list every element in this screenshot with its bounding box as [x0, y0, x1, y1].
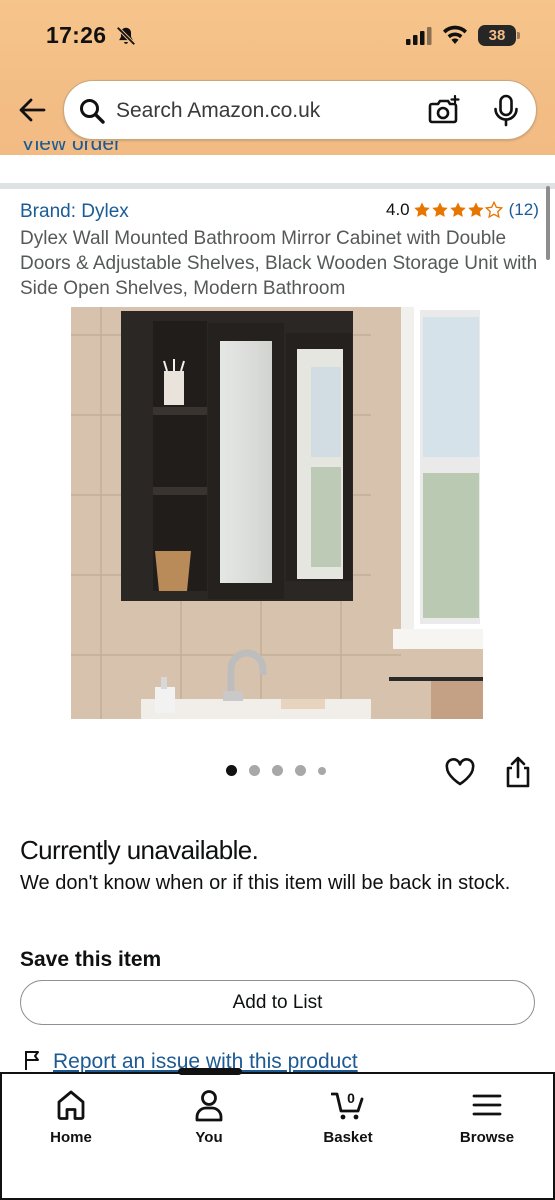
battery-indicator: 38	[478, 25, 520, 46]
star-filled-icon	[449, 202, 466, 217]
pager-dot[interactable]	[295, 765, 306, 776]
product-title: Dylex Wall Mounted Bathroom Mirror Cabin…	[20, 228, 538, 299]
basket-icon: 0	[331, 1090, 364, 1120]
cellular-signal-icon	[406, 27, 432, 45]
pager-dot[interactable]	[318, 766, 326, 775]
nav-label: Basket	[323, 1129, 373, 1146]
availability-heading: Currently unavailable.	[20, 835, 259, 865]
rating-count[interactable]: (12)	[509, 200, 539, 220]
section-divider	[0, 183, 555, 189]
wifi-icon	[443, 25, 467, 44]
heart-icon[interactable]	[444, 757, 476, 787]
search-icon	[80, 99, 105, 124]
share-icon[interactable]	[504, 755, 532, 789]
pager-dot[interactable]	[272, 765, 283, 776]
search-input[interactable]	[116, 95, 416, 127]
home-icon	[57, 1090, 85, 1120]
nav-label: Browse	[459, 1129, 515, 1146]
rating-summary[interactable]: 4.0 (12)	[386, 200, 539, 220]
nav-label: You	[195, 1129, 223, 1146]
menu-icon	[472, 1094, 502, 1116]
star-filled-icon	[467, 202, 484, 217]
rating-value: 4.0	[386, 200, 410, 219]
availability-message: We don't know when or if this item will …	[20, 872, 511, 894]
home-indicator	[178, 1068, 242, 1075]
star-filled-icon	[413, 202, 430, 217]
nav-browse[interactable]: Browse	[432, 1088, 542, 1146]
camera-search-icon[interactable]	[428, 95, 460, 127]
view-order-link[interactable]: View order	[21, 141, 121, 158]
rating-stars	[413, 201, 503, 219]
basket-count: 0	[347, 1090, 355, 1106]
status-time: 17:26	[46, 22, 107, 48]
scrollbar[interactable]	[546, 186, 550, 260]
back-arrow-icon[interactable]	[17, 95, 47, 125]
image-pager-dots[interactable]	[226, 765, 338, 776]
nav-home[interactable]: Home	[16, 1088, 126, 1146]
nav-you[interactable]: You	[154, 1088, 264, 1146]
product-image[interactable]	[71, 307, 483, 719]
pager-dot[interactable]	[226, 765, 237, 776]
person-icon	[195, 1090, 223, 1122]
app-header: 17:26 38	[0, 0, 555, 155]
nav-label: Home	[50, 1129, 92, 1146]
flag-icon	[25, 1051, 39, 1070]
brand-link[interactable]: Brand: Dylex	[20, 201, 129, 223]
star-empty-icon	[484, 201, 503, 219]
add-to-list-button[interactable]: Add to List	[20, 980, 535, 1025]
save-item-heading: Save this item	[20, 948, 162, 971]
pager-dot[interactable]	[249, 765, 260, 776]
nav-basket[interactable]: 0 Basket	[293, 1088, 403, 1146]
star-filled-icon	[431, 202, 448, 217]
microphone-icon[interactable]	[492, 94, 520, 128]
bell-muted-icon	[116, 26, 136, 46]
bottom-navigation: Home You 0 Basket Browse	[0, 1068, 555, 1200]
search-bar[interactable]	[63, 80, 537, 140]
